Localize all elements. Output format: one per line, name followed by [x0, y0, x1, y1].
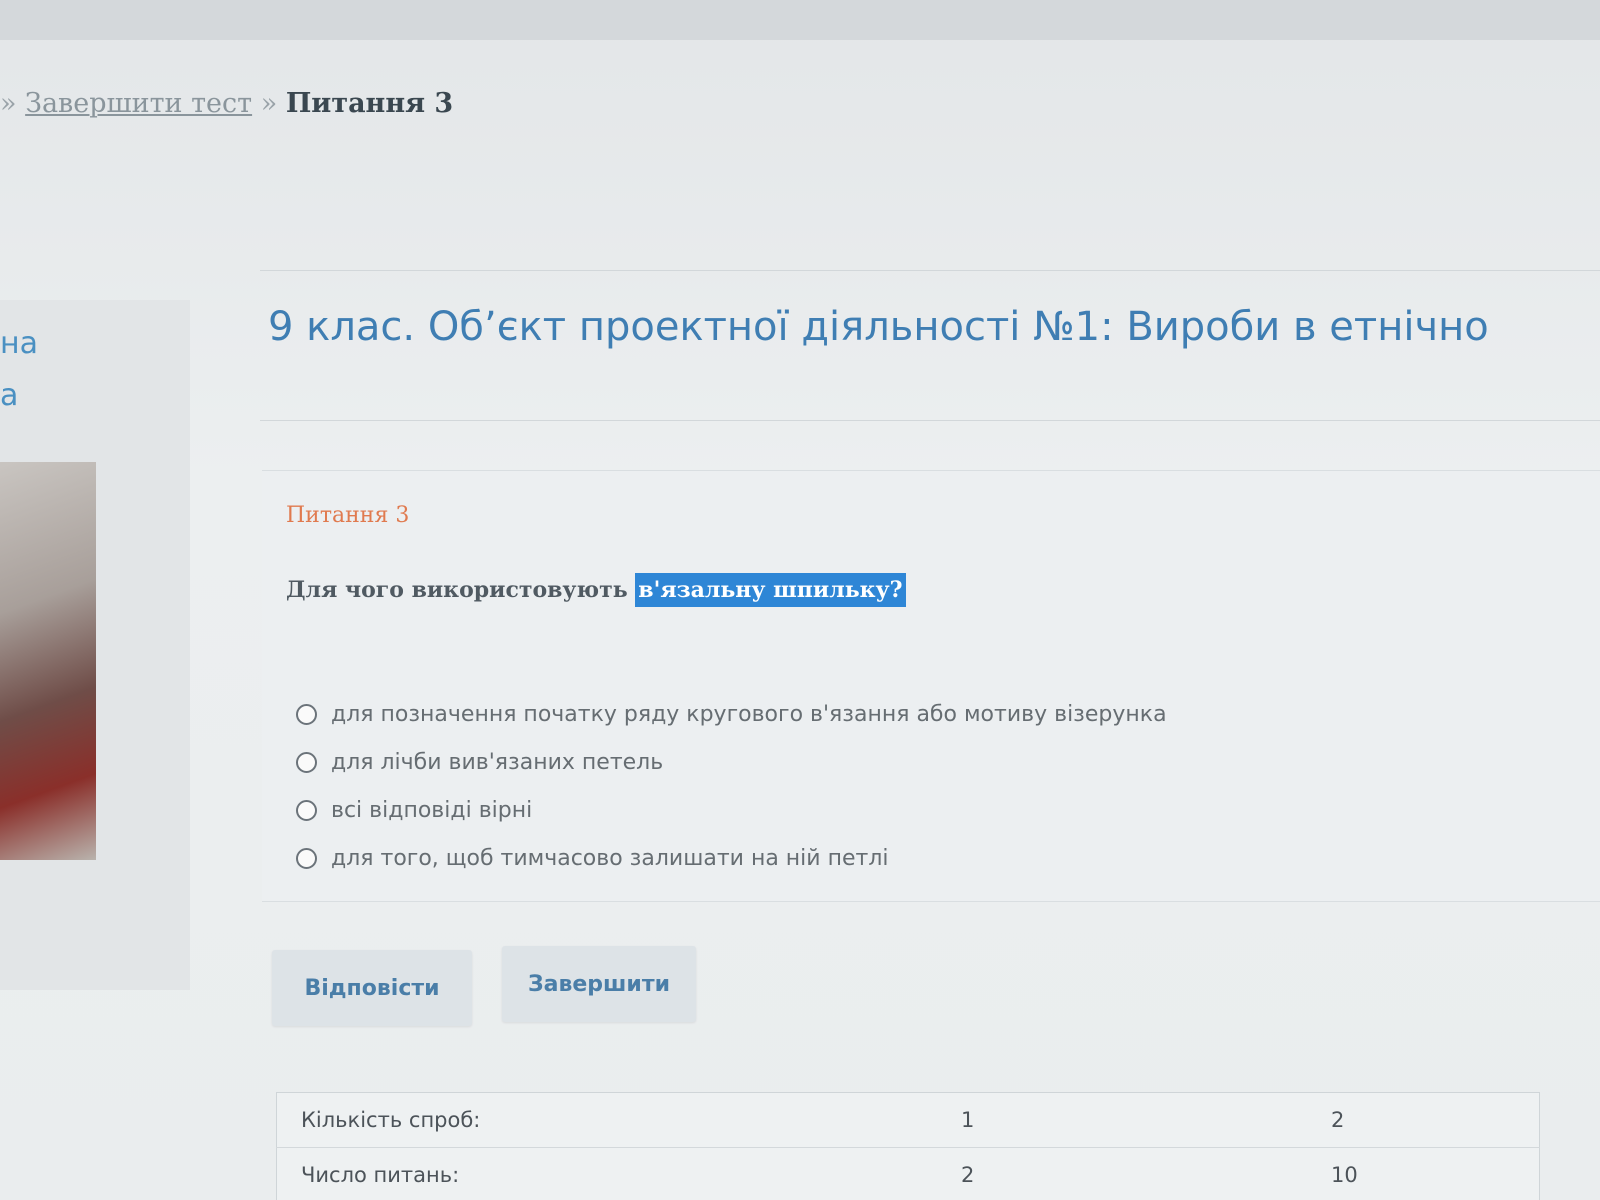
radio-button[interactable] [296, 703, 317, 725]
question-text: Для чого використовують в'язальну шпильк… [286, 573, 906, 607]
stats-label: Кількість спроб: [276, 1092, 961, 1148]
divider [260, 270, 1600, 271]
left-panel-text-fragment: а [0, 378, 19, 413]
answer-option-label: всі відповіді вірні [331, 797, 533, 823]
divider [260, 420, 1600, 421]
answer-option-label: для того, щоб тимчасово залишати на ній … [331, 845, 889, 871]
breadcrumb: » Завершити тест » Питання 3 [0, 88, 453, 128]
breadcrumb-current: Питання 3 [285, 88, 454, 119]
answer-option-label: для позначення початку ряду кругового в'… [331, 701, 1167, 727]
stats-value: 10 [1331, 1147, 1540, 1200]
radio-button[interactable] [296, 751, 317, 773]
breadcrumb-separator: » [260, 88, 278, 119]
question-number: Питання 3 [286, 503, 410, 528]
stats-value: 1 [961, 1092, 1331, 1148]
answer-option-label: для лічби вив'язаних петель [331, 749, 664, 775]
stats-label: Число питань: [276, 1147, 961, 1200]
stats-table: Кількість спроб: 1 2 Число питань: 2 10 [276, 1092, 1540, 1200]
question-text-prefix: Для чого використовують [286, 577, 636, 603]
question-text-highlighted: в'язальну шпильку? [635, 573, 906, 607]
answer-button[interactable]: Відповісти [272, 950, 472, 1026]
stats-value: 2 [961, 1147, 1331, 1200]
page-title: 9 клас. Об’єкт проектної діяльності №1: … [268, 304, 1489, 350]
answer-option[interactable]: для того, щоб тимчасово залишати на ній … [296, 834, 1167, 882]
answer-option[interactable]: для лічби вив'язаних петель [296, 738, 1167, 786]
answer-option[interactable]: для позначення початку ряду кругового в'… [296, 690, 1167, 738]
stats-value: 2 [1331, 1092, 1540, 1148]
radio-button[interactable] [296, 847, 317, 869]
table-row: Кількість спроб: 1 2 [276, 1092, 1540, 1148]
finish-button[interactable]: Завершити [502, 946, 696, 1022]
screen: на а » Завершити тест » Питання 3 9 клас… [0, 0, 1600, 1200]
browser-top-strip [0, 0, 1600, 40]
author-photo [0, 462, 96, 860]
breadcrumb-separator: » [0, 88, 17, 119]
left-panel-text-fragment: на [0, 326, 38, 361]
table-row: Число питань: 2 10 [276, 1147, 1540, 1200]
radio-button[interactable] [296, 799, 317, 821]
answer-option[interactable]: всі відповіді вірні [296, 786, 1167, 834]
breadcrumb-link-finish-test[interactable]: Завершити тест [25, 88, 252, 119]
answer-options: для позначення початку ряду кругового в'… [296, 690, 1167, 882]
